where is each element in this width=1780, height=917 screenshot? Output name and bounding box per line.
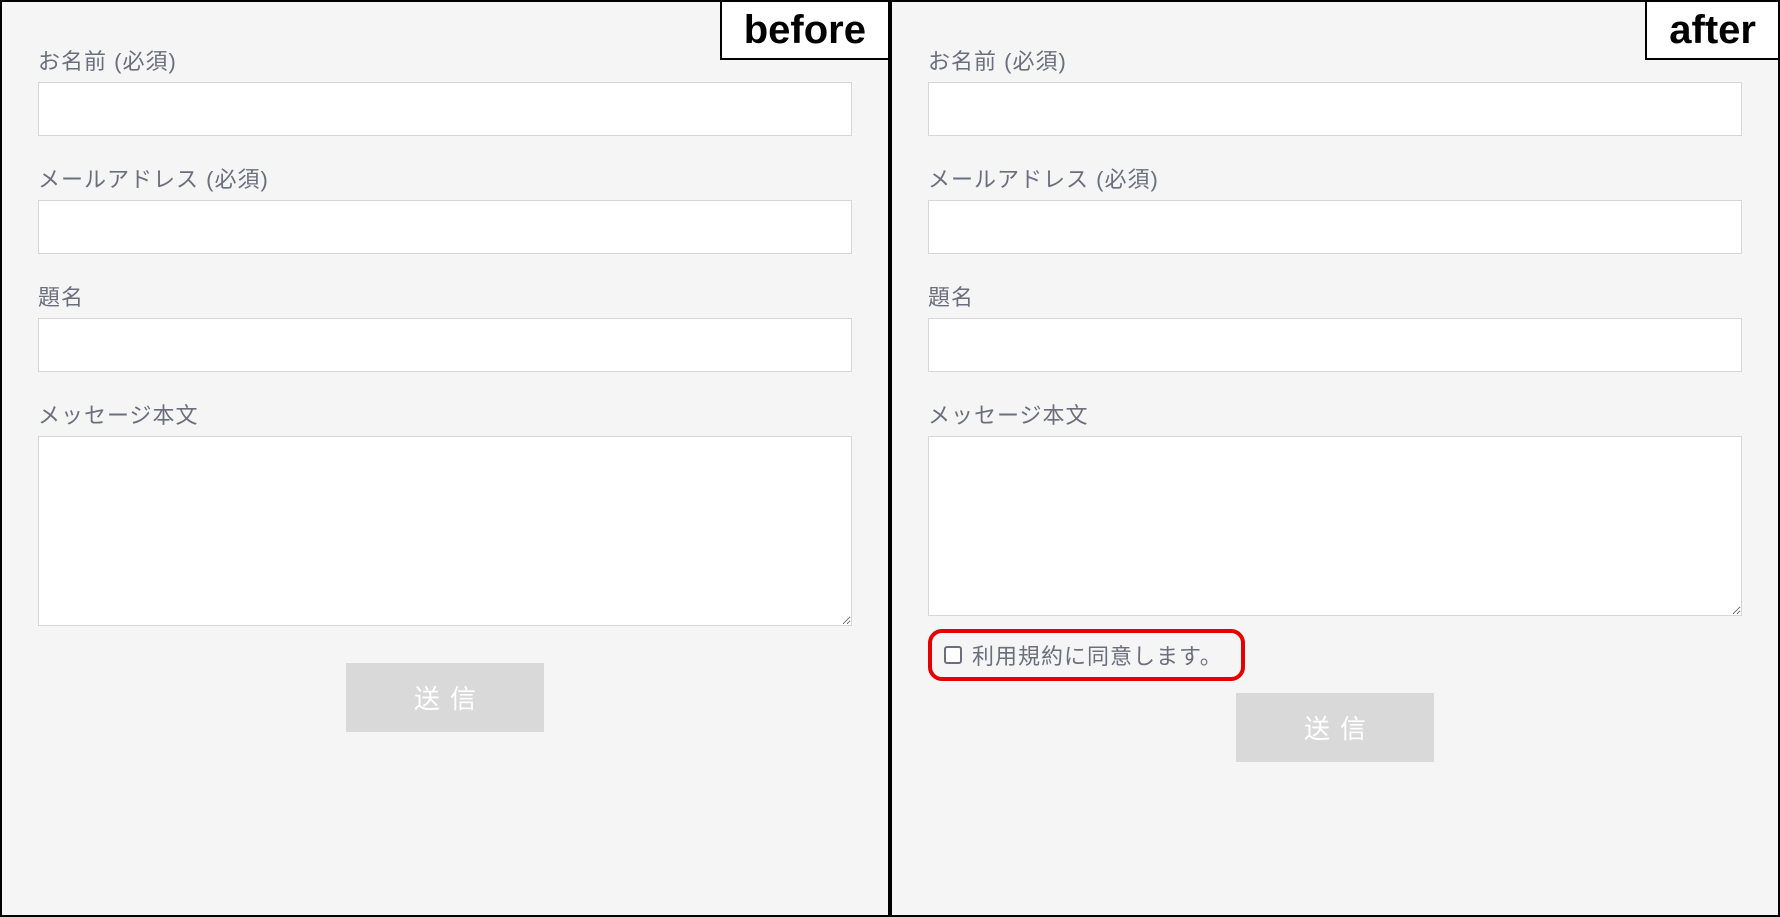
acceptance-row: 利用規約に同意します。 xyxy=(928,629,1742,681)
field-group-subject: 題名 xyxy=(38,280,852,372)
input-name[interactable] xyxy=(928,82,1742,136)
panel-after: after お名前 (必須) メールアドレス (必須) 題名 メッセージ本文 利… xyxy=(890,0,1780,917)
submit-row: 送信 xyxy=(38,663,852,732)
submit-button[interactable]: 送信 xyxy=(1236,693,1434,762)
input-email[interactable] xyxy=(928,200,1742,254)
input-name[interactable] xyxy=(38,82,852,136)
label-email: メールアドレス (必須) xyxy=(38,162,852,194)
panel-tag-before: before xyxy=(720,0,890,60)
label-message: メッセージ本文 xyxy=(38,398,852,430)
input-email[interactable] xyxy=(38,200,852,254)
acceptance-label: 利用規約に同意します。 xyxy=(972,639,1223,671)
label-subject: 題名 xyxy=(38,280,852,312)
field-group-message: メッセージ本文 xyxy=(38,398,852,631)
submit-button[interactable]: 送信 xyxy=(346,663,544,732)
acceptance-highlight: 利用規約に同意します。 xyxy=(928,629,1245,681)
panel-before: before お名前 (必須) メールアドレス (必須) 題名 メッセージ本文 … xyxy=(0,0,890,917)
submit-row: 送信 xyxy=(928,693,1742,762)
acceptance-checkbox[interactable] xyxy=(944,646,962,664)
label-subject: 題名 xyxy=(928,280,1742,312)
field-group-email: メールアドレス (必須) xyxy=(38,162,852,254)
field-group-subject: 題名 xyxy=(928,280,1742,372)
field-group-name: お名前 (必須) xyxy=(928,44,1742,136)
label-name: お名前 (必須) xyxy=(928,44,1742,76)
textarea-message[interactable] xyxy=(38,436,852,626)
label-email: メールアドレス (必須) xyxy=(928,162,1742,194)
input-subject[interactable] xyxy=(928,318,1742,372)
field-group-message: メッセージ本文 xyxy=(928,398,1742,621)
field-group-email: メールアドレス (必須) xyxy=(928,162,1742,254)
textarea-message[interactable] xyxy=(928,436,1742,616)
panel-tag-after: after xyxy=(1645,0,1780,60)
label-message: メッセージ本文 xyxy=(928,398,1742,430)
input-subject[interactable] xyxy=(38,318,852,372)
